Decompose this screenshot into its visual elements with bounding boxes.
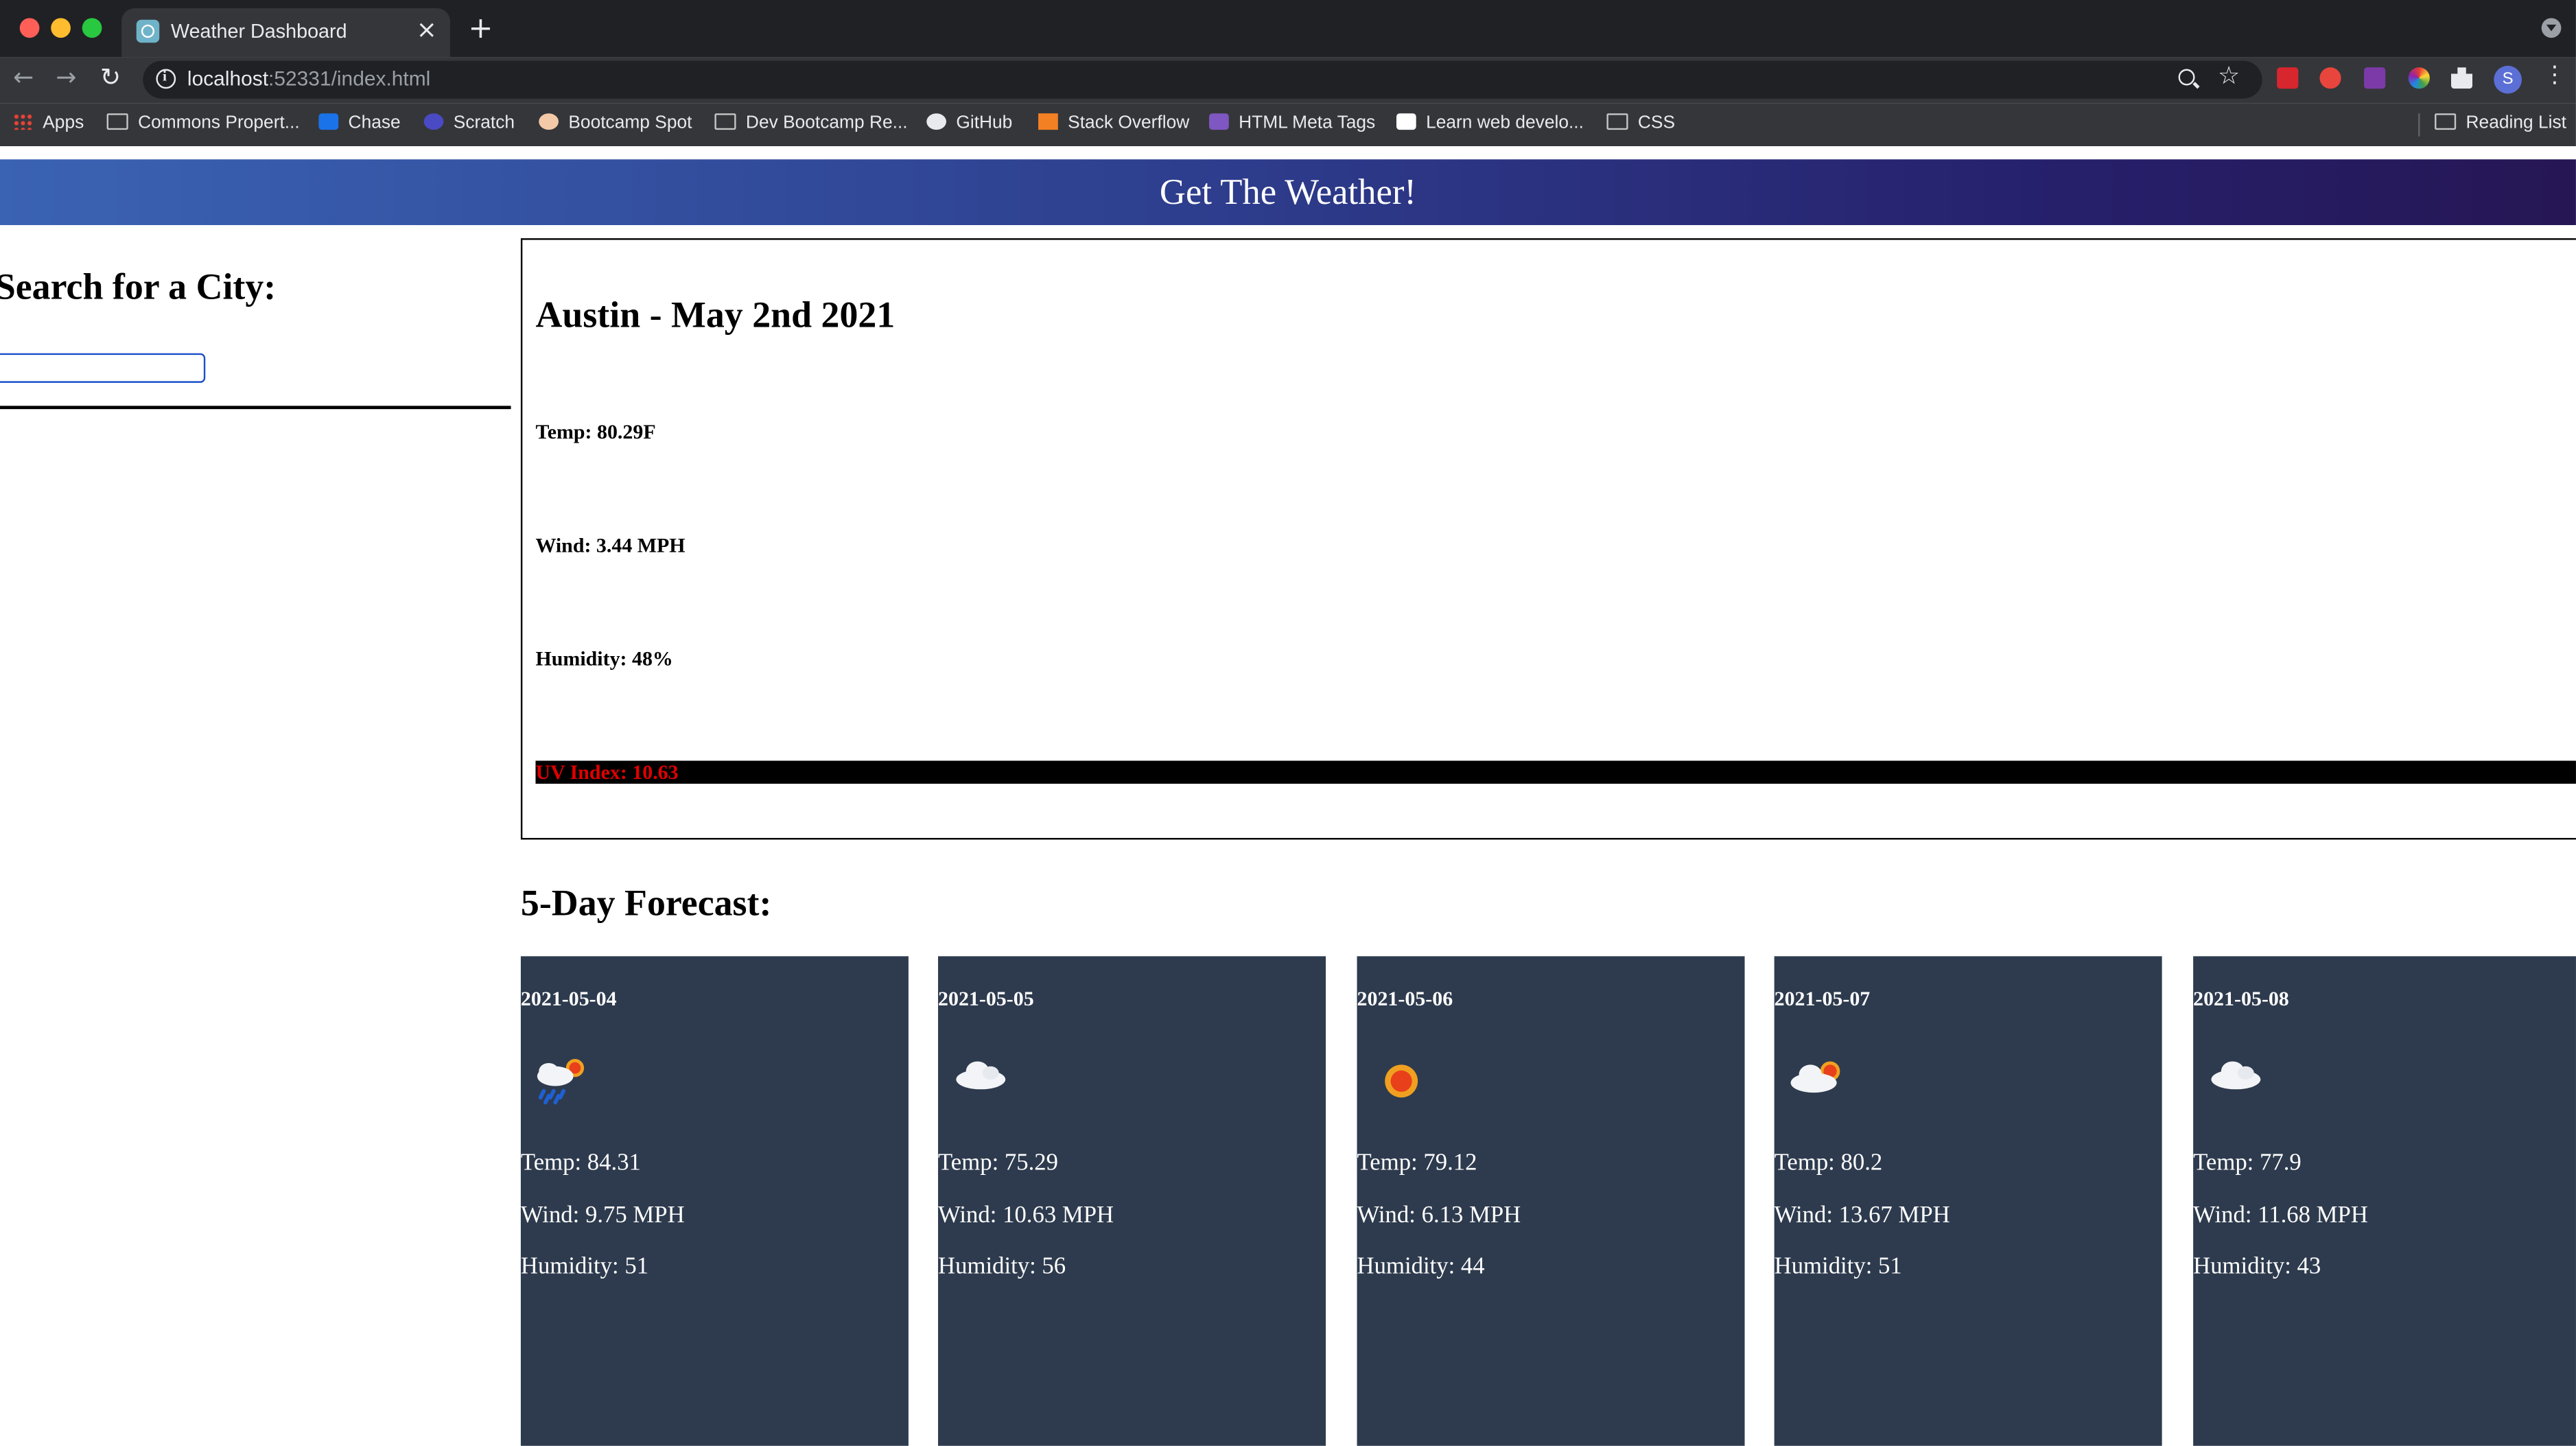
folder-icon (106, 113, 128, 130)
new-tab-button[interactable]: + (468, 12, 493, 46)
bookmarks-separator (2418, 113, 2420, 137)
forecast-date: 2021-05-07 (1774, 987, 1871, 1011)
forecast-temp: Temp: 80.2 (1774, 1150, 1883, 1177)
forecast-date: 2021-05-05 (938, 987, 1034, 1011)
maximize-window-button[interactable] (82, 18, 102, 38)
current-city-heading: Austin - May 2nd 2021 (535, 294, 895, 336)
tab-weather-dashboard[interactable]: Weather Dashboard × (121, 8, 450, 58)
close-window-button[interactable] (19, 18, 40, 38)
extensions-puzzle-icon[interactable] (2450, 67, 2473, 89)
reading-list-icon (2435, 113, 2457, 130)
minimize-window-button[interactable] (51, 18, 71, 38)
address-bar[interactable]: localhost:52331/index.html ☆ (143, 60, 2262, 99)
bookmark-stack-overflow[interactable]: Stack Overflow (1038, 113, 1189, 133)
folder-icon (714, 113, 736, 130)
forecast-humidity: Humidity: 56 (938, 1253, 1066, 1281)
forecast-card: 2021-05-05 Temp: 75.29 Wind: 10.63 MPH H… (938, 956, 1326, 1446)
forecast-temp: Temp: 84.31 (520, 1150, 641, 1177)
cloud-icon (2211, 1061, 2261, 1090)
reload-icon[interactable]: ↻ (100, 62, 121, 92)
tab-strip: Weather Dashboard × + (0, 0, 2576, 58)
forecast-wind: Wind: 13.67 MPH (1774, 1202, 1950, 1229)
page-top-strip (0, 146, 2576, 160)
sun-icon (1385, 1064, 1418, 1098)
browser-menu-icon[interactable]: ⋮ (2543, 62, 2566, 89)
forecast-humidity: Humidity: 51 (1774, 1253, 1902, 1281)
back-arrow-icon[interactable]: ← (13, 62, 34, 92)
forecast-temp: Temp: 75.29 (938, 1150, 1059, 1177)
site-info-icon[interactable] (156, 67, 176, 89)
url-text: localhost:52331/index.html (187, 67, 431, 91)
forecast-card: 2021-05-04 Temp: 84.31 Wind: 9.75 MPH Hu… (520, 956, 909, 1446)
forecast-date: 2021-05-08 (2193, 987, 2289, 1011)
forecast-temp: Temp: 79.12 (1357, 1150, 1477, 1177)
cloud-icon (956, 1061, 1006, 1090)
city-search-input[interactable] (0, 353, 206, 383)
page-title: Get The Weather! (1159, 170, 1416, 212)
browser-window: Weather Dashboard × + ← → ↻ localhost:52… (0, 0, 2576, 1446)
forward-arrow-icon[interactable]: → (56, 62, 76, 92)
bookmark-chase[interactable]: Chase (318, 113, 401, 133)
forecast-card: 2021-05-07 Temp: 80.2 Wind: 13.67 MPH Hu… (1774, 956, 2162, 1446)
extension-color-icon[interactable] (2408, 67, 2430, 89)
forecast-card: 2021-05-06 Temp: 79.12 Wind: 6.13 MPH Hu… (1357, 956, 1745, 1446)
extension-code-icon[interactable] (2364, 67, 2386, 89)
current-weather-panel: Austin - May 2nd 2021 Temp: 80.29F Wind:… (520, 238, 2576, 840)
meta-tags-icon (1209, 113, 1229, 130)
current-wind: Wind: 3.44 MPH (535, 534, 686, 557)
bookmark-star-icon[interactable]: ☆ (2218, 61, 2240, 91)
forecast-date: 2021-05-06 (1357, 987, 1453, 1011)
reading-list-button[interactable]: Reading List (2435, 113, 2566, 133)
cloud-sun-icon (1790, 1061, 1840, 1093)
stackoverflow-icon (1038, 113, 1058, 130)
bookmark-scratch[interactable]: Scratch (423, 113, 515, 133)
forecast-wind: Wind: 6.13 MPH (1357, 1202, 1521, 1229)
bookmark-css[interactable]: CSS (1606, 113, 1675, 133)
forecast-heading: 5-Day Forecast: (520, 882, 772, 924)
forecast-date: 2021-05-04 (520, 987, 617, 1011)
chase-icon (318, 113, 339, 130)
current-humidity: Humidity: 48% (535, 647, 673, 670)
current-temp: Temp: 80.29F (535, 420, 656, 444)
page-header: Get The Weather! (0, 159, 2576, 225)
forecast-humidity: Humidity: 44 (1357, 1253, 1485, 1281)
bookmark-html-meta-tags[interactable]: HTML Meta Tags (1209, 113, 1375, 133)
forecast-wind: Wind: 11.68 MPH (2193, 1202, 2368, 1229)
forecast-wind: Wind: 9.75 MPH (520, 1202, 685, 1229)
forecast-humidity: Humidity: 51 (520, 1253, 649, 1281)
uv-index-badge: UV Index: 10.63 (535, 760, 2576, 784)
scratch-icon (423, 113, 444, 130)
forecast-humidity: Humidity: 43 (2193, 1253, 2321, 1281)
tab-title: Weather Dashboard (170, 19, 347, 43)
apps-grid-icon (13, 113, 33, 130)
tab-search-icon[interactable] (2541, 18, 2562, 38)
search-heading: Search for a City: (0, 266, 277, 307)
bookmark-commons[interactable]: Commons Propert... (106, 113, 300, 133)
bookmark-dev-bootcamp[interactable]: Dev Bootcamp Re... (714, 113, 908, 133)
favicon-icon (136, 19, 160, 43)
profile-avatar[interactable]: S (2494, 65, 2522, 94)
bookmark-bootcamp-spot[interactable]: Bootcamp Spot (539, 113, 692, 133)
forecast-wind: Wind: 10.63 MPH (938, 1202, 1114, 1229)
search-divider (0, 406, 511, 410)
extension-lastpass-icon[interactable] (2277, 67, 2299, 89)
bootcamp-icon (539, 113, 559, 130)
extension-record-icon[interactable] (2319, 67, 2341, 89)
folder-icon (1606, 113, 1628, 130)
github-icon (926, 113, 947, 130)
tab-close-icon[interactable]: × (417, 15, 437, 45)
forecast-card: 2021-05-08 Temp: 77.9 Wind: 11.68 MPH Hu… (2193, 956, 2576, 1446)
bookmark-github[interactable]: GitHub (926, 113, 1012, 133)
browser-toolbar: ← → ↻ localhost:52331/index.html ☆ S ⋮ (0, 57, 2576, 104)
bookmark-apps[interactable]: Apps (13, 113, 84, 133)
forecast-temp: Temp: 77.9 (2193, 1150, 2302, 1177)
zoom-icon[interactable] (2178, 69, 2195, 86)
mdn-icon (1396, 113, 1416, 130)
bookmark-learn-web-dev[interactable]: Learn web develo... (1396, 113, 1584, 133)
rain-sun-icon (537, 1058, 585, 1105)
bookmarks-bar: Apps Commons Propert... Chase Scratch Bo… (0, 103, 2576, 147)
